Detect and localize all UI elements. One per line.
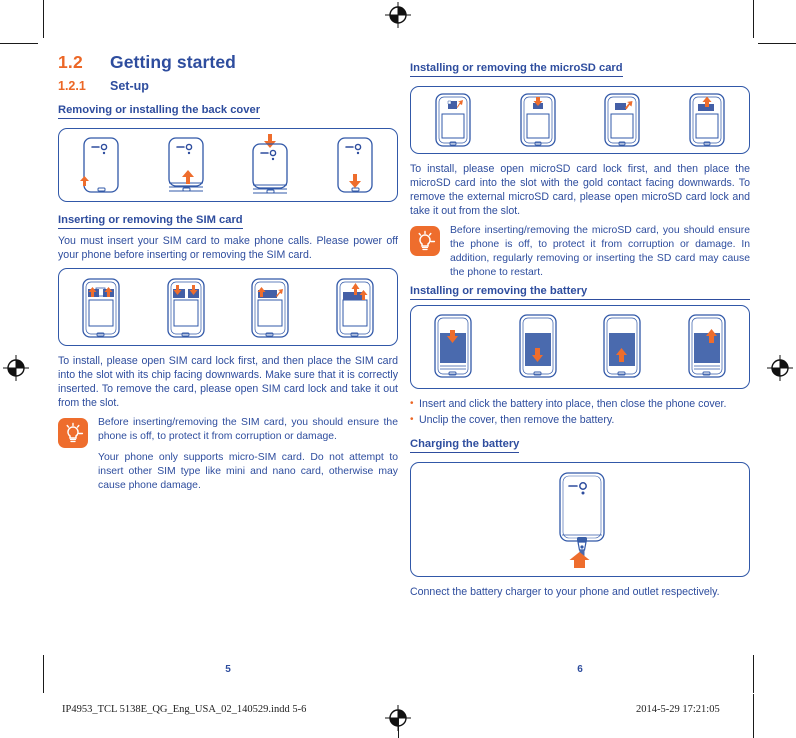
registration-mark-bottom bbox=[385, 705, 411, 731]
section-number: 1.2 bbox=[58, 52, 83, 72]
tip-bulb-icon bbox=[58, 418, 88, 449]
microsd-figure bbox=[410, 86, 750, 154]
registration-mark-right bbox=[767, 355, 793, 381]
arrow-up-right-icon bbox=[625, 101, 633, 110]
microsd-step-4 bbox=[678, 90, 736, 150]
arrow-up-icon bbox=[181, 170, 194, 184]
back-cover-step-1 bbox=[70, 134, 132, 196]
sim-card-heading: Inserting or removing the SIM card bbox=[58, 213, 243, 229]
back-cover-step-3 bbox=[239, 132, 301, 198]
footer-timestamp: 2014-5-29 17:21:05 bbox=[636, 704, 720, 715]
microsd-heading: Installing or removing the microSD card bbox=[410, 61, 623, 77]
arrow-up-icon bbox=[569, 551, 590, 568]
sim-card-step-1 bbox=[70, 273, 132, 341]
arrow-right-icon bbox=[276, 289, 284, 298]
charging-figure bbox=[410, 462, 750, 578]
arrow-down-icon bbox=[264, 134, 277, 148]
battery-step-1 bbox=[422, 310, 484, 384]
microsd-step-1 bbox=[424, 90, 482, 150]
back-cover-figure bbox=[58, 128, 398, 202]
microsd-step-3 bbox=[593, 90, 651, 150]
back-cover-step-2 bbox=[155, 134, 217, 196]
footer-filename: IP4953_TCL 5138E_QG_Eng_USA_02_140529.in… bbox=[62, 704, 307, 715]
crop-mark-top-right-vertical bbox=[753, 0, 754, 38]
arrow-up-icon bbox=[80, 176, 90, 186]
subsection-heading: 1.2.1 Set-up bbox=[58, 79, 398, 93]
back-cover-step-4 bbox=[324, 134, 386, 196]
page-number-right: 6 bbox=[577, 664, 583, 675]
charging-illustration bbox=[505, 465, 655, 575]
microsd-step-2 bbox=[509, 90, 567, 150]
subsection-title: Set-up bbox=[110, 79, 149, 93]
crop-mark-top-left-vertical bbox=[43, 0, 44, 38]
crop-mark-top-right-horizontal bbox=[758, 43, 796, 44]
sim-card-tip: Before inserting/removing the SIM card, … bbox=[58, 416, 398, 492]
page-number-left: 5 bbox=[225, 664, 231, 675]
crop-mark-bottom-right-vertical bbox=[753, 655, 754, 693]
tip-bulb-icon bbox=[410, 226, 440, 257]
sim-card-figure bbox=[58, 268, 398, 347]
sim-card-intro: You must insert your SIM card to make ph… bbox=[58, 235, 398, 262]
microsd-tip-text: Before inserting/removing the microSD ca… bbox=[450, 224, 750, 279]
battery-step-3 bbox=[591, 310, 653, 384]
sim-card-tip-text: Before inserting/removing the SIM card, … bbox=[98, 416, 398, 492]
sim-card-step-2 bbox=[155, 273, 217, 341]
sim-card-step-3 bbox=[239, 273, 301, 341]
crop-mark-bottom-left-vertical bbox=[43, 655, 44, 693]
microsd-tip-1: Before inserting/removing the microSD ca… bbox=[450, 225, 750, 278]
sim-card-tip-2: Your phone only supports micro-SIM card.… bbox=[98, 452, 398, 491]
sim-card-step-4 bbox=[324, 273, 386, 341]
section-heading: 1.2 Getting started bbox=[58, 52, 398, 73]
microsd-tip: Before inserting/removing the microSD ca… bbox=[410, 224, 750, 279]
charging-heading: Charging the battery bbox=[410, 437, 520, 454]
arrow-up-icon bbox=[457, 100, 464, 108]
battery-heading: Installing or removing the battery bbox=[410, 284, 750, 300]
sim-card-tip-1: Before inserting/removing the SIM card, … bbox=[98, 417, 398, 443]
battery-step-4 bbox=[676, 310, 738, 384]
section-title: Getting started bbox=[110, 52, 236, 72]
battery-step-2 bbox=[507, 310, 569, 384]
charging-caption: Connect the battery charger to your phon… bbox=[410, 586, 720, 599]
right-page: Installing or removing the microSD card bbox=[410, 0, 750, 605]
left-page: 1.2 Getting started 1.2.1 Set-up Removin… bbox=[58, 0, 398, 497]
trim-line-footer-right bbox=[753, 694, 754, 738]
battery-figure bbox=[410, 304, 750, 389]
battery-bullet-2: Unclip the cover, then remove the batter… bbox=[410, 413, 750, 428]
registration-mark-left bbox=[3, 355, 29, 381]
subsection-number: 1.2.1 bbox=[58, 79, 86, 93]
battery-bullets: Insert and click the battery into place,… bbox=[410, 397, 750, 429]
arrow-down-icon bbox=[348, 174, 361, 188]
sim-card-body: To install, please open SIM card lock fi… bbox=[58, 355, 398, 410]
back-cover-heading: Removing or installing the back cover bbox=[58, 103, 261, 119]
battery-bullet-1: Insert and click the battery into place,… bbox=[410, 397, 750, 412]
microsd-body: To install, please open microSD card loc… bbox=[410, 163, 750, 218]
crop-mark-top-left-horizontal bbox=[0, 43, 38, 44]
